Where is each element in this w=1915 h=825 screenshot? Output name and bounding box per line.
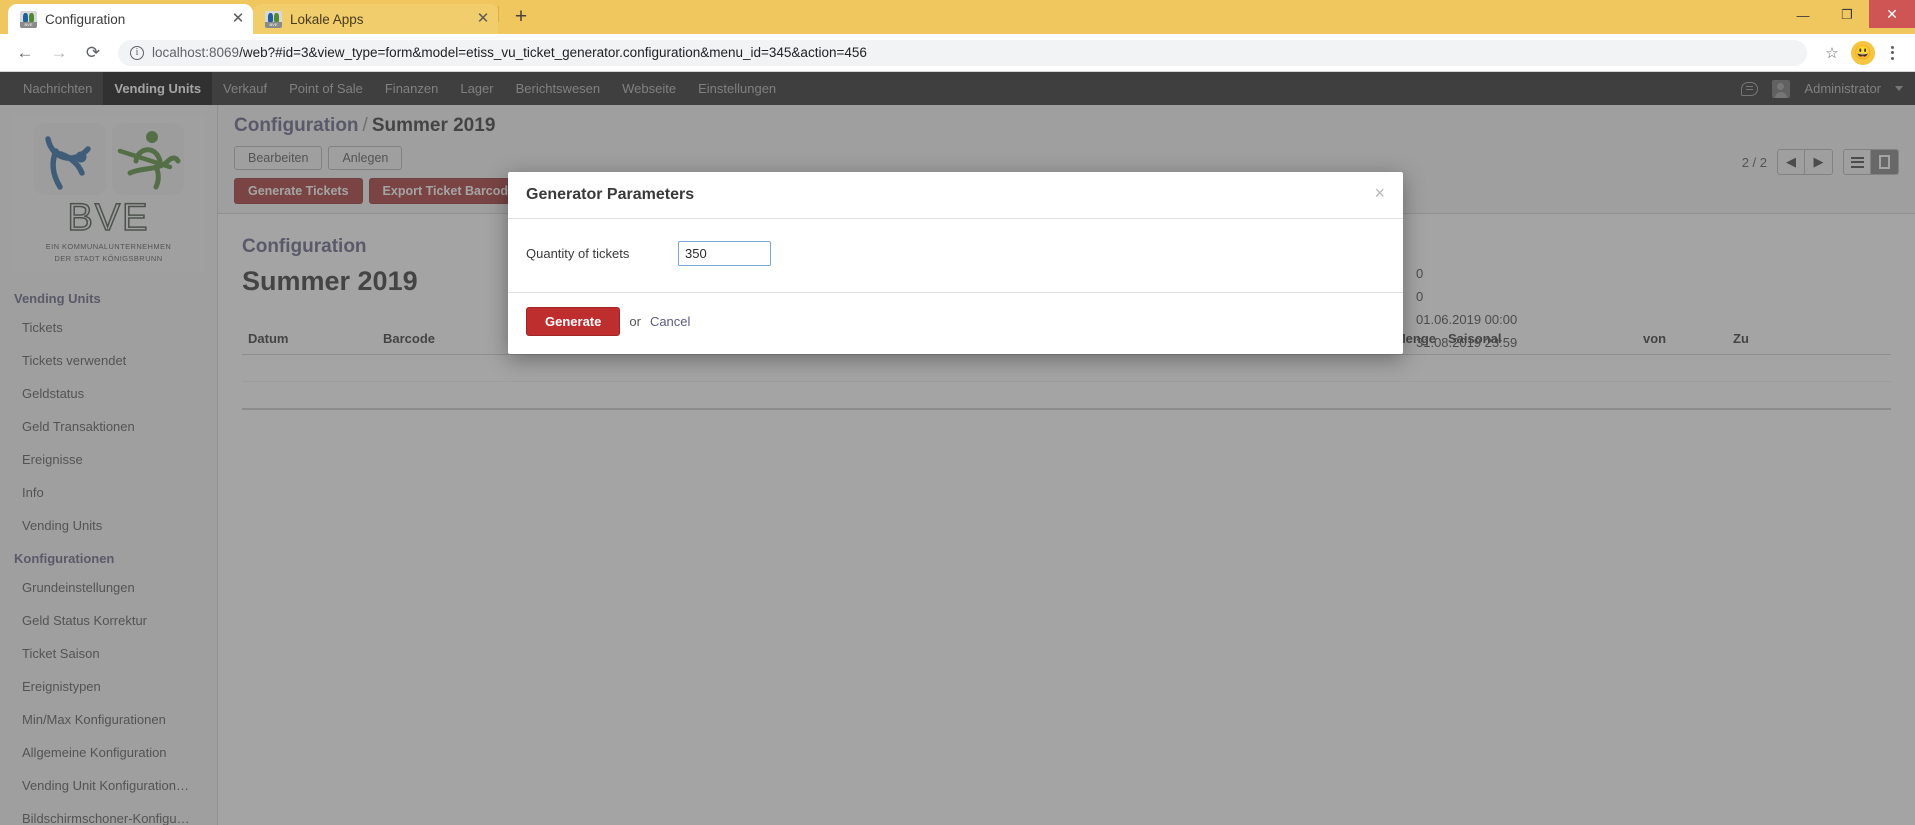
odoo-page: Nachrichten Vending Units Verkauf Point … — [0, 72, 1915, 825]
browser-tab-title: Configuration — [45, 11, 126, 27]
bve-favicon-icon: BVE — [20, 10, 37, 28]
url-path: /web?#id=3&view_type=form&model=etiss_vu… — [239, 45, 867, 60]
browser-tab-strip: BVE Configuration ✕ BVE Lokale Apps ✕ + … — [0, 0, 1915, 34]
quantity-of-tickets-label: Quantity of tickets — [526, 246, 630, 261]
reload-button[interactable]: ⟳ — [78, 38, 108, 68]
dialog-close-icon[interactable]: × — [1374, 184, 1385, 202]
url-host: localhost:8069 — [152, 45, 240, 60]
generator-parameters-dialog: Generator Parameters × Quantity of ticke… — [508, 172, 1403, 354]
bve-favicon-icon: BVE — [265, 10, 282, 28]
window-controls: — ❐ ✕ — [1781, 0, 1915, 34]
forward-button[interactable]: → — [44, 38, 74, 68]
tab-divider — [498, 6, 499, 22]
window-maximize-button[interactable]: ❐ — [1825, 0, 1869, 30]
address-bar[interactable]: i localhost:8069/web?#id=3&view_type=for… — [118, 39, 1807, 66]
quantity-of-tickets-row: Quantity of tickets — [526, 241, 1385, 266]
browser-menu-icon[interactable] — [1879, 45, 1905, 60]
browser-tab-title: Lokale Apps — [290, 11, 364, 27]
new-tab-button[interactable]: + — [507, 4, 535, 32]
browser-toolbar: ← → ⟳ i localhost:8069/web?#id=3&view_ty… — [0, 34, 1915, 72]
dialog-header: Generator Parameters × — [508, 172, 1403, 219]
window-minimize-button[interactable]: — — [1781, 0, 1825, 30]
dialog-body: Quantity of tickets — [508, 219, 1403, 292]
tab-close-icon[interactable]: ✕ — [474, 10, 492, 28]
browser-tab-configuration[interactable]: BVE Configuration ✕ — [8, 4, 253, 34]
dialog-title: Generator Parameters — [526, 186, 695, 203]
dialog-footer: Generate or Cancel — [508, 292, 1403, 354]
profile-avatar-icon[interactable]: 😃 — [1851, 40, 1875, 65]
site-info-icon[interactable]: i — [130, 45, 144, 60]
or-label: or — [629, 314, 641, 329]
bookmark-star-icon[interactable]: ☆ — [1817, 38, 1847, 68]
tab-close-icon[interactable]: ✕ — [229, 10, 247, 28]
browser-window: BVE Configuration ✕ BVE Lokale Apps ✕ + … — [0, 0, 1915, 825]
cancel-link[interactable]: Cancel — [650, 314, 690, 329]
browser-tab-lokale-apps[interactable]: BVE Lokale Apps ✕ — [253, 4, 498, 34]
back-button[interactable]: ← — [10, 38, 40, 68]
quantity-of-tickets-input[interactable] — [678, 241, 771, 266]
generate-button[interactable]: Generate — [526, 307, 621, 336]
window-close-button[interactable]: ✕ — [1869, 0, 1915, 28]
address-bar-text: localhost:8069/web?#id=3&view_type=form&… — [152, 45, 867, 60]
